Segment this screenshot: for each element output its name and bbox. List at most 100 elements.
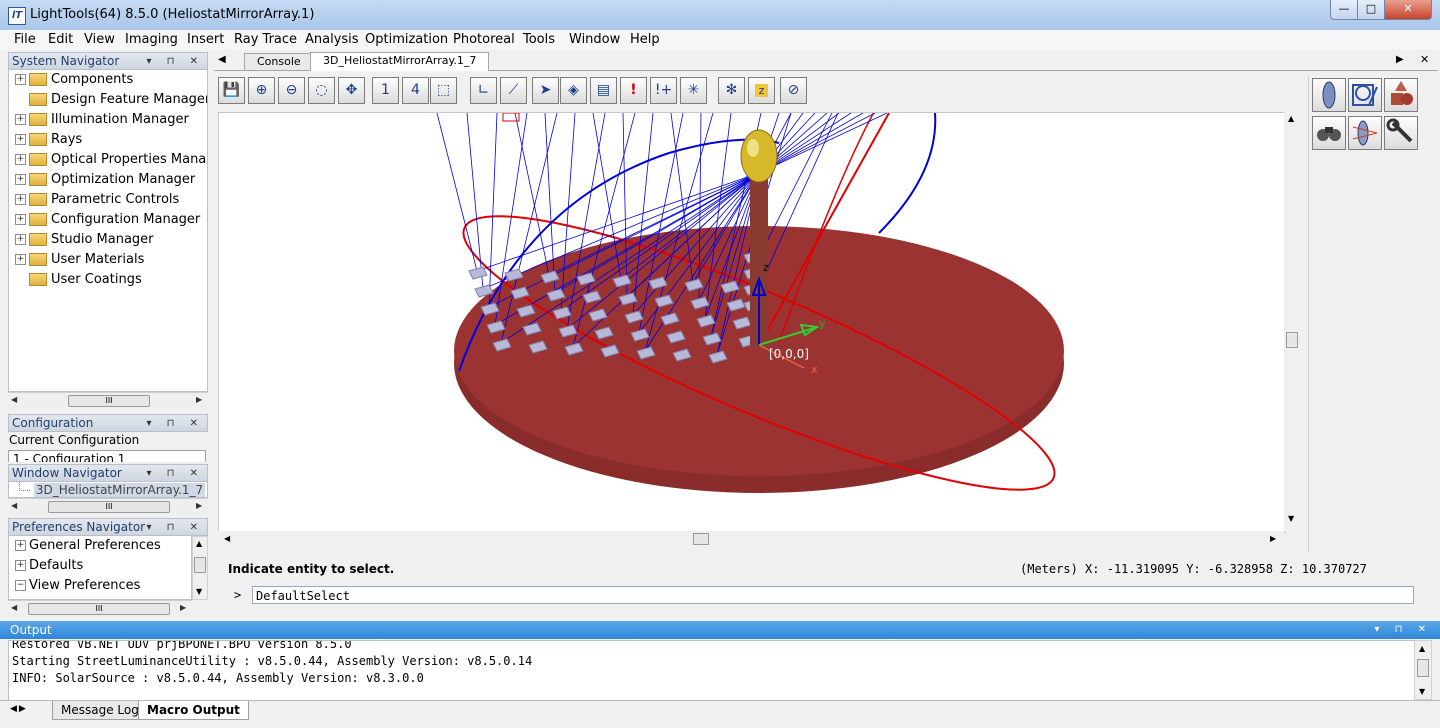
zoom-out-button[interactable]: ⊖ bbox=[278, 77, 305, 104]
tree-item-design-feature-manager[interactable]: Design Feature Manager bbox=[15, 90, 207, 110]
four-view-button[interactable]: 4 bbox=[402, 77, 429, 104]
tree-item-optical-properties[interactable]: + Optical Properties Manage bbox=[15, 150, 207, 170]
tab-scroll-right-icon[interactable]: ▶ bbox=[1396, 54, 1404, 65]
tree-item-illumination-manager[interactable]: + Illumination Manager bbox=[15, 110, 189, 130]
menu-photoreal[interactable]: Photoreal bbox=[453, 32, 515, 47]
system-navigator-hscroll[interactable]: ◀ III ▶ bbox=[8, 392, 208, 407]
tab-scroll-left-icon[interactable]: ◀ bbox=[218, 54, 226, 65]
viewport-hscroll[interactable]: ◀ ▶ bbox=[218, 531, 1284, 547]
tab-message-log[interactable]: Message Log bbox=[52, 701, 148, 720]
exclamation-plus-button[interactable]: !+ bbox=[650, 77, 677, 104]
menu-file[interactable]: File bbox=[14, 32, 36, 47]
expand-icon[interactable]: + bbox=[15, 540, 26, 551]
scroll-thumb[interactable]: III bbox=[28, 603, 170, 615]
scroll-right-icon[interactable]: ▶ bbox=[196, 501, 202, 510]
scroll-up-icon[interactable]: ▲ bbox=[196, 539, 202, 548]
configuration-select[interactable]: 1 - Configuration 1 bbox=[8, 450, 206, 462]
ray-fan-button[interactable]: ✳ bbox=[680, 77, 707, 104]
select-arrow-button[interactable]: ➤ bbox=[532, 77, 559, 104]
panel-controls-icon[interactable]: ▾ ⊓ ✕ bbox=[146, 465, 204, 482]
single-view-button[interactable]: 1 bbox=[372, 77, 399, 104]
tree-item-parametric-controls[interactable]: + Parametric Controls bbox=[15, 190, 179, 210]
wrench-tool-button[interactable] bbox=[1384, 116, 1418, 150]
cube-view-button[interactable]: ⬚ bbox=[430, 77, 457, 104]
panel-controls-icon[interactable]: ▾ ⊓ ✕ bbox=[146, 519, 204, 536]
menu-view[interactable]: View bbox=[84, 32, 115, 47]
menu-window[interactable]: Window bbox=[569, 32, 620, 47]
window-navigator-item[interactable]: 3D_HeliostatMirrorArray.1_7 bbox=[19, 482, 206, 497]
scroll-right-icon[interactable]: ▶ bbox=[180, 603, 186, 612]
scroll-thumb[interactable]: III bbox=[48, 501, 170, 513]
binoculars-tool-button[interactable] bbox=[1312, 116, 1346, 150]
scroll-thumb[interactable] bbox=[1286, 332, 1298, 348]
scroll-thumb[interactable] bbox=[693, 533, 709, 545]
tab-console[interactable]: Console bbox=[244, 53, 314, 70]
scroll-left-icon[interactable]: ◀ bbox=[11, 395, 17, 404]
window-navigator-hscroll[interactable]: ◀ III ▶ bbox=[8, 498, 208, 513]
menu-help[interactable]: Help bbox=[630, 32, 660, 47]
expand-icon[interactable]: + bbox=[15, 194, 26, 205]
expand-icon[interactable]: + bbox=[15, 134, 26, 145]
save-button[interactable]: 💾 bbox=[218, 77, 245, 104]
scroll-right-icon[interactable]: ▶ bbox=[196, 395, 202, 404]
scroll-up-icon[interactable]: ▲ bbox=[1419, 644, 1425, 653]
tree-item-rays[interactable]: + Rays bbox=[15, 130, 82, 150]
menu-imaging[interactable]: Imaging bbox=[125, 32, 178, 47]
menu-insert[interactable]: Insert bbox=[187, 32, 224, 47]
scroll-down-icon[interactable]: ▼ bbox=[1288, 514, 1294, 523]
tree-item-user-materials[interactable]: + User Materials bbox=[15, 250, 144, 270]
menu-tools[interactable]: Tools bbox=[523, 32, 555, 47]
expand-icon[interactable]: + bbox=[15, 254, 26, 265]
panel-controls-icon[interactable]: ▾ ⊓ ✕ bbox=[146, 415, 204, 432]
3d-scene[interactable]: z y x [0,0,0] bbox=[219, 113, 1285, 532]
tree-item-configuration-manager[interactable]: + Configuration Manager bbox=[15, 210, 200, 230]
preferences-hscroll[interactable]: ◀ III ▶ bbox=[8, 600, 192, 615]
scroll-left-icon[interactable]: ◀ bbox=[11, 603, 17, 612]
expand-icon[interactable]: + bbox=[15, 234, 26, 245]
exclamation-button[interactable]: ! bbox=[620, 77, 647, 104]
document-button[interactable]: ▤ bbox=[590, 77, 617, 104]
z-box-button[interactable]: z bbox=[748, 77, 775, 104]
zoom-in-button[interactable]: ⊕ bbox=[248, 77, 275, 104]
minimize-button[interactable]: — bbox=[1330, 0, 1358, 20]
scroll-right-icon[interactable]: ▶ bbox=[1270, 534, 1276, 543]
analysis-tool-button[interactable] bbox=[1348, 78, 1382, 112]
panel-controls-icon[interactable]: ▾ ⊓ ✕ bbox=[1374, 621, 1432, 639]
scroll-left-icon[interactable]: ◀ bbox=[224, 534, 230, 543]
tree-item-components[interactable]: + Components bbox=[15, 70, 133, 90]
output-vscroll[interactable]: ▲ ▼ bbox=[1414, 640, 1432, 700]
tree-item-optimization-manager[interactable]: + Optimization Manager bbox=[15, 170, 195, 190]
expand-icon[interactable]: + bbox=[15, 214, 26, 225]
pref-item-general[interactable]: + General Preferences bbox=[15, 536, 161, 556]
tab-nav-arrows-icon[interactable]: ◀▶ bbox=[10, 704, 28, 714]
tab-macro-output[interactable]: Macro Output bbox=[138, 701, 249, 720]
zoom-extents-button[interactable]: ✥ bbox=[338, 77, 365, 104]
lens-tool-button[interactable] bbox=[1312, 78, 1346, 112]
zoom-window-button[interactable]: ◌ bbox=[308, 77, 335, 104]
scroll-thumb[interactable]: III bbox=[68, 395, 150, 407]
command-input[interactable]: DefaultSelect bbox=[252, 586, 1414, 604]
menu-analysis[interactable]: Analysis bbox=[305, 32, 359, 47]
expand-icon[interactable]: + bbox=[15, 154, 26, 165]
pref-item-view[interactable]: − View Preferences bbox=[15, 576, 140, 596]
tab-3d-heliostat[interactable]: 3D_HeliostatMirrorArray.1_7 bbox=[310, 52, 490, 71]
3d-viewport[interactable]: z y x [0,0,0] bbox=[218, 112, 1286, 533]
panel-controls-icon[interactable]: ▾ ⊓ ✕ bbox=[146, 53, 204, 70]
expand-icon[interactable]: + bbox=[15, 114, 26, 125]
tab-close-icon[interactable]: ✕ bbox=[1420, 53, 1429, 66]
expand-icon[interactable]: + bbox=[15, 74, 26, 85]
bug-button[interactable]: ✻ bbox=[718, 77, 745, 104]
scroll-thumb[interactable] bbox=[1417, 659, 1429, 677]
lens-red-button[interactable]: ⊘ bbox=[780, 77, 807, 104]
expand-icon[interactable]: + bbox=[15, 560, 26, 571]
menu-ray-trace[interactable]: Ray Trace bbox=[234, 32, 297, 47]
scroll-thumb[interactable] bbox=[194, 557, 206, 573]
maximize-button[interactable]: □ bbox=[1357, 0, 1385, 20]
tree-item-studio-manager[interactable]: + Studio Manager bbox=[15, 230, 154, 250]
solids-tool-button[interactable] bbox=[1384, 78, 1418, 112]
tree-item-user-coatings[interactable]: User Coatings bbox=[15, 270, 142, 290]
lens-ray-button[interactable]: ⟋ bbox=[500, 77, 527, 104]
preferences-vscroll[interactable]: ▲ ▼ bbox=[192, 536, 208, 600]
viewport-vscroll[interactable]: ▲ ▼ bbox=[1284, 112, 1300, 531]
scroll-up-icon[interactable]: ▲ bbox=[1288, 114, 1294, 123]
